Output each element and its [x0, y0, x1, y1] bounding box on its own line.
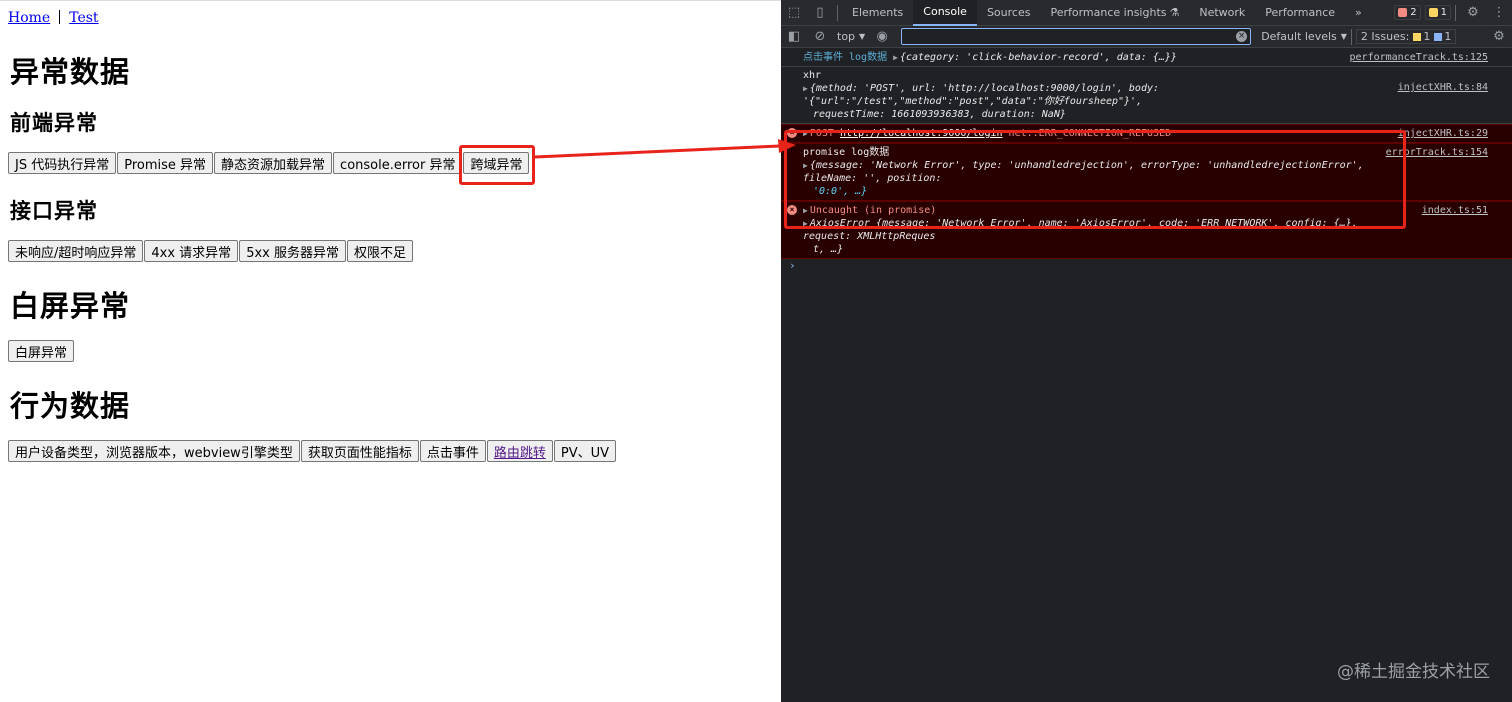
annotation-arrow	[534, 139, 796, 159]
